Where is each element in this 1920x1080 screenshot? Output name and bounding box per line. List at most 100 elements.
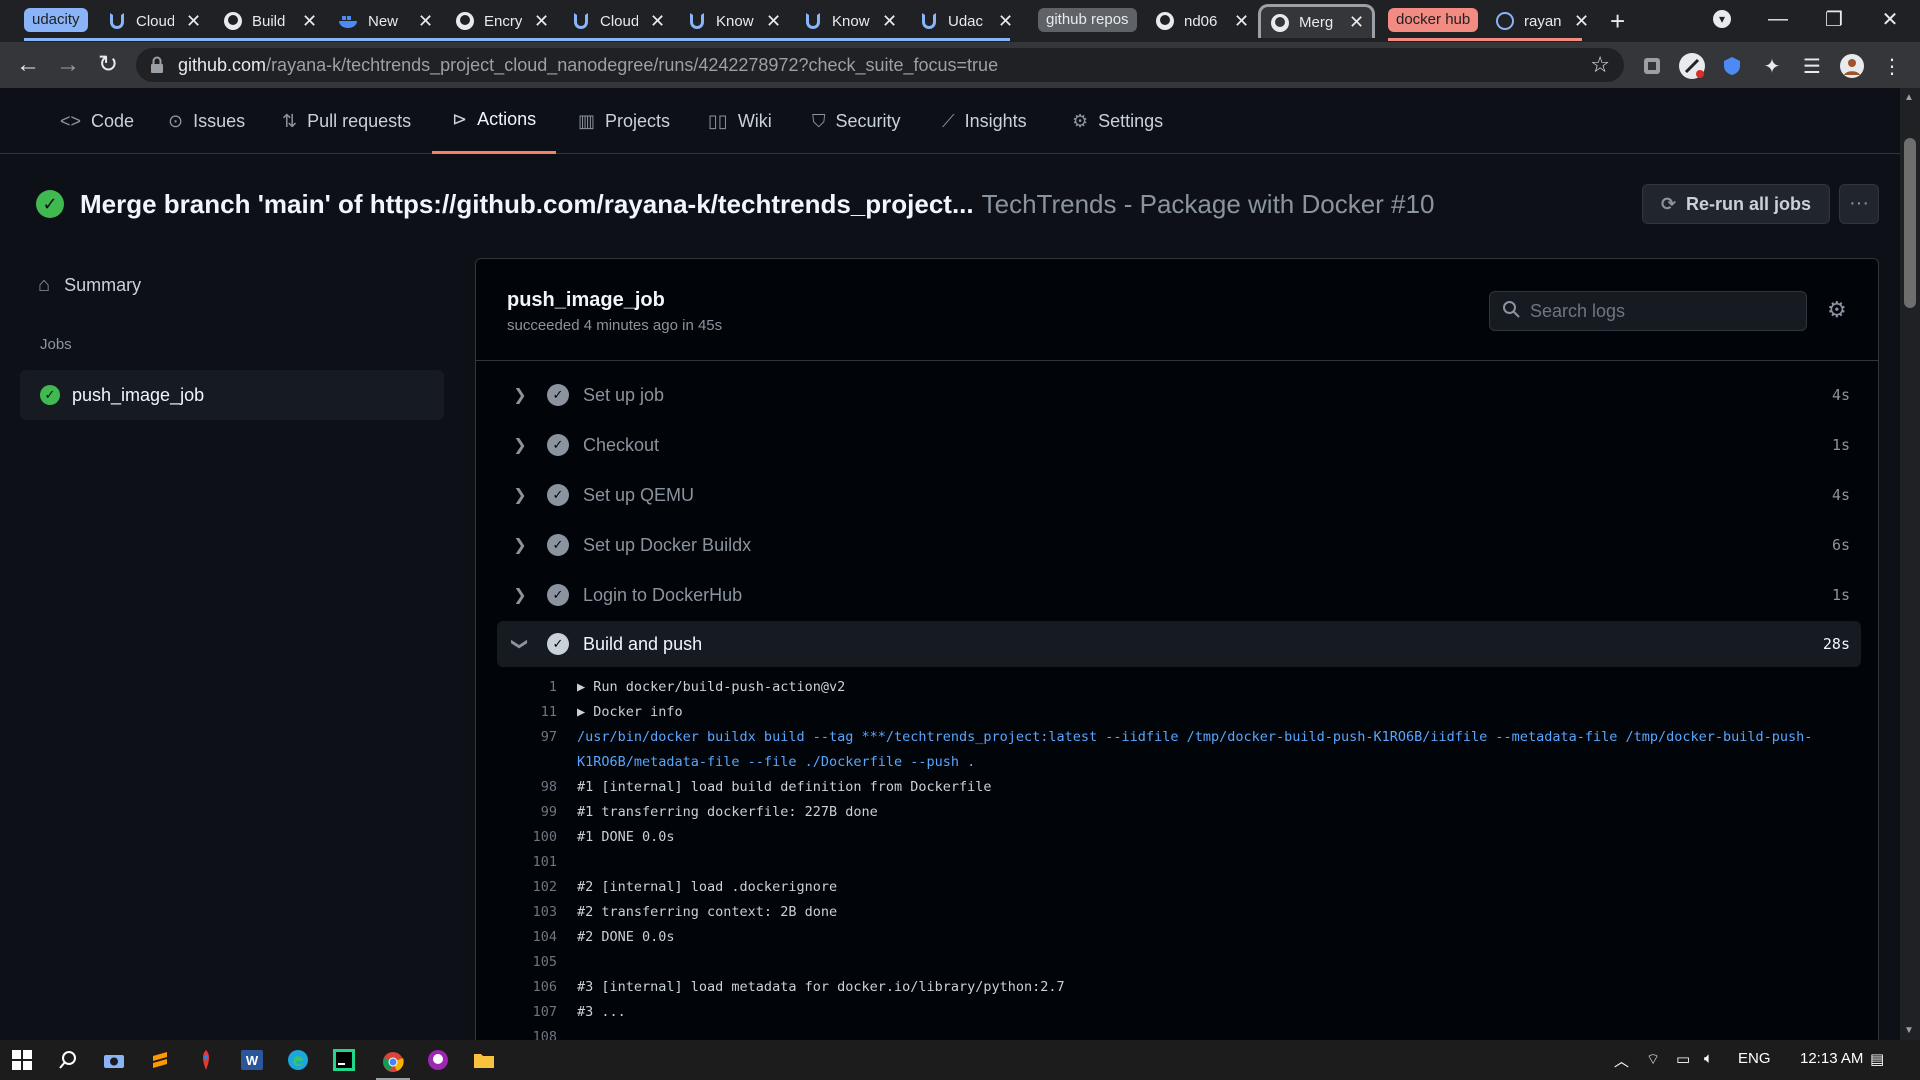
browser-tab[interactable]: Cloud ✕ [106, 4, 201, 38]
log-line-number[interactable]: 11 [497, 700, 557, 725]
search-icon[interactable] [54, 1046, 82, 1074]
step-set-up-job[interactable]: ❯ ✓ Set up job 4s [497, 372, 1861, 418]
rerun-all-jobs-button[interactable]: ⟳ Re-run all jobs [1642, 184, 1830, 224]
chrome-icon[interactable] [376, 1046, 410, 1080]
volume-icon[interactable]: 🔈︎ [1704, 1050, 1713, 1067]
browser-tab-active[interactable]: Merg ✕ [1258, 4, 1376, 38]
sublime-text-icon[interactable] [146, 1046, 174, 1074]
back-button[interactable]: ← [14, 52, 42, 80]
language-indicator[interactable]: ENG [1738, 1050, 1771, 1067]
avatar-icon[interactable] [1678, 52, 1706, 80]
close-window-button[interactable]: ✕ [1862, 0, 1918, 38]
tab-settings[interactable]: ⚙ Settings [1072, 88, 1163, 154]
page-scrollbar[interactable]: ▲ ▼ [1900, 88, 1920, 1040]
log-line-number[interactable]: 106 [497, 975, 557, 1000]
tab-group-label-docker-hub[interactable]: docker hub [1388, 8, 1479, 32]
sidebar-item-summary[interactable]: ⌂ Summary [20, 262, 444, 308]
tab-group-label-github-repos[interactable]: github repos [1038, 8, 1137, 32]
tab-code[interactable]: <> Code [60, 88, 134, 154]
close-icon[interactable]: ✕ [766, 11, 781, 32]
profile-avatar[interactable] [1838, 52, 1866, 80]
edge-icon[interactable] [284, 1046, 312, 1074]
step-checkout[interactable]: ❯ ✓ Checkout 1s [497, 422, 1861, 468]
scroll-up-icon[interactable]: ▲ [1904, 92, 1914, 103]
extension-icon[interactable] [1638, 52, 1666, 80]
puzzle-icon[interactable]: ✦ [1758, 52, 1786, 80]
close-icon[interactable]: ✕ [534, 11, 549, 32]
log-line[interactable]: 1 ▶ Run docker/build-push-action@v2 [497, 675, 1877, 700]
close-icon[interactable]: ✕ [1574, 11, 1589, 32]
browser-tab[interactable]: Cloud ✕ [570, 4, 665, 38]
tab-insights[interactable]: ⟋ Insights [942, 88, 1027, 154]
log-line-number[interactable]: 103 [497, 900, 557, 925]
windows-start-icon[interactable] [8, 1046, 36, 1074]
browser-tab[interactable]: Encry ✕ [454, 4, 549, 38]
close-icon[interactable]: ✕ [302, 11, 317, 32]
log-line-number[interactable]: 107 [497, 1000, 557, 1025]
log-line-number[interactable]: 105 [497, 950, 557, 975]
folder-icon[interactable] [470, 1046, 498, 1074]
browser-tab[interactable]: Udac ✕ [918, 4, 1013, 38]
star-icon[interactable]: ☆ [1590, 52, 1610, 78]
scroll-down-icon[interactable]: ▼ [1904, 1025, 1914, 1036]
chevron-up-icon[interactable]: ︿ [1614, 1050, 1629, 1071]
step-login-to-dockerhub[interactable]: ❯ ✓ Login to DockerHub 1s [497, 572, 1861, 618]
log-line-number[interactable]: 100 [497, 825, 557, 850]
log-line[interactable]: 11 ▶ Docker info [497, 700, 1877, 725]
close-icon[interactable]: ✕ [650, 11, 665, 32]
tab-projects[interactable]: ▥ Projects [578, 88, 670, 154]
tab-issues[interactable]: ⊙ Issues [168, 88, 245, 154]
tab-security[interactable]: ⛉ Security [812, 88, 901, 154]
log-line-number[interactable]: 99 [497, 800, 557, 825]
github-desktop-icon[interactable] [424, 1046, 452, 1074]
browser-tab[interactable]: rayan ✕ [1494, 4, 1589, 38]
pycharm-icon[interactable] [330, 1046, 358, 1074]
browser-tab[interactable]: Know ✕ [686, 4, 781, 38]
log-line-number[interactable]: 104 [497, 925, 557, 950]
word-icon[interactable]: W [238, 1046, 266, 1074]
browser-tab[interactable]: Build ✕ [222, 4, 317, 38]
close-icon[interactable]: ✕ [1234, 11, 1249, 32]
log-line-number[interactable]: 98 [497, 775, 557, 800]
step-set-up-qemu[interactable]: ❯ ✓ Set up QEMU 4s [497, 472, 1861, 518]
browser-tab[interactable]: New ✕ [338, 4, 433, 38]
forward-button[interactable]: → [54, 52, 82, 80]
log-line-number[interactable]: 102 [497, 875, 557, 900]
close-icon[interactable]: ✕ [418, 11, 433, 32]
search-logs-input[interactable]: Search logs [1489, 291, 1807, 331]
new-tab-button[interactable]: + [1610, 4, 1625, 38]
run-commit-title[interactable]: Merge branch 'main' of https://github.co… [80, 189, 974, 219]
sidebar-item-job[interactable]: ✓ push_image_job [20, 370, 444, 420]
browser-tab[interactable]: nd06 ✕ [1154, 4, 1249, 38]
shield-icon[interactable] [1718, 52, 1746, 80]
battery-icon[interactable]: ▭ [1676, 1050, 1690, 1068]
step-set-up-docker-buildx[interactable]: ❯ ✓ Set up Docker Buildx 6s [497, 522, 1861, 568]
address-bar[interactable]: github.com/rayana-k/techtrends_project_c… [136, 48, 1624, 82]
clock[interactable]: 12:13 AM [1800, 1050, 1863, 1067]
notifications-icon[interactable]: ▤ [1870, 1050, 1884, 1068]
wifi-icon[interactable]: ⌔ [1646, 1050, 1660, 1069]
app-icon[interactable] [192, 1046, 220, 1074]
close-icon[interactable]: ✕ [882, 11, 897, 32]
restore-button[interactable]: ❐ [1806, 0, 1862, 38]
close-icon[interactable]: ✕ [1349, 12, 1364, 33]
camera-icon[interactable] [100, 1046, 128, 1074]
log-line-number[interactable]: 101 [497, 850, 557, 875]
browser-tab[interactable]: Know ✕ [802, 4, 897, 38]
more-options-button[interactable]: ··· [1839, 184, 1879, 224]
step-build-and-push[interactable]: ❯ ✓ Build and push 28s [497, 621, 1861, 667]
more-menu-icon[interactable]: ⋮ [1878, 52, 1906, 80]
tab-wiki[interactable]: ▯▯ Wiki [708, 88, 772, 154]
log-line-number[interactable]: 1 [497, 675, 557, 700]
log-settings-gear-icon[interactable]: ⚙ [1827, 297, 1847, 323]
scrollbar-thumb[interactable] [1904, 138, 1916, 308]
reading-list-icon[interactable]: ☰ [1798, 52, 1826, 80]
tab-pull-requests[interactable]: ⇅ Pull requests [282, 88, 411, 154]
close-icon[interactable]: ✕ [998, 11, 1013, 32]
log-line-number[interactable]: 97 [497, 725, 557, 750]
close-icon[interactable]: ✕ [186, 11, 201, 32]
tab-search-button[interactable]: ▾ [1694, 0, 1750, 38]
tab-group-label-udacity[interactable]: udacity [24, 8, 88, 32]
tab-actions[interactable]: ⊳ Actions [432, 88, 557, 154]
minimize-button[interactable]: — [1750, 0, 1806, 38]
